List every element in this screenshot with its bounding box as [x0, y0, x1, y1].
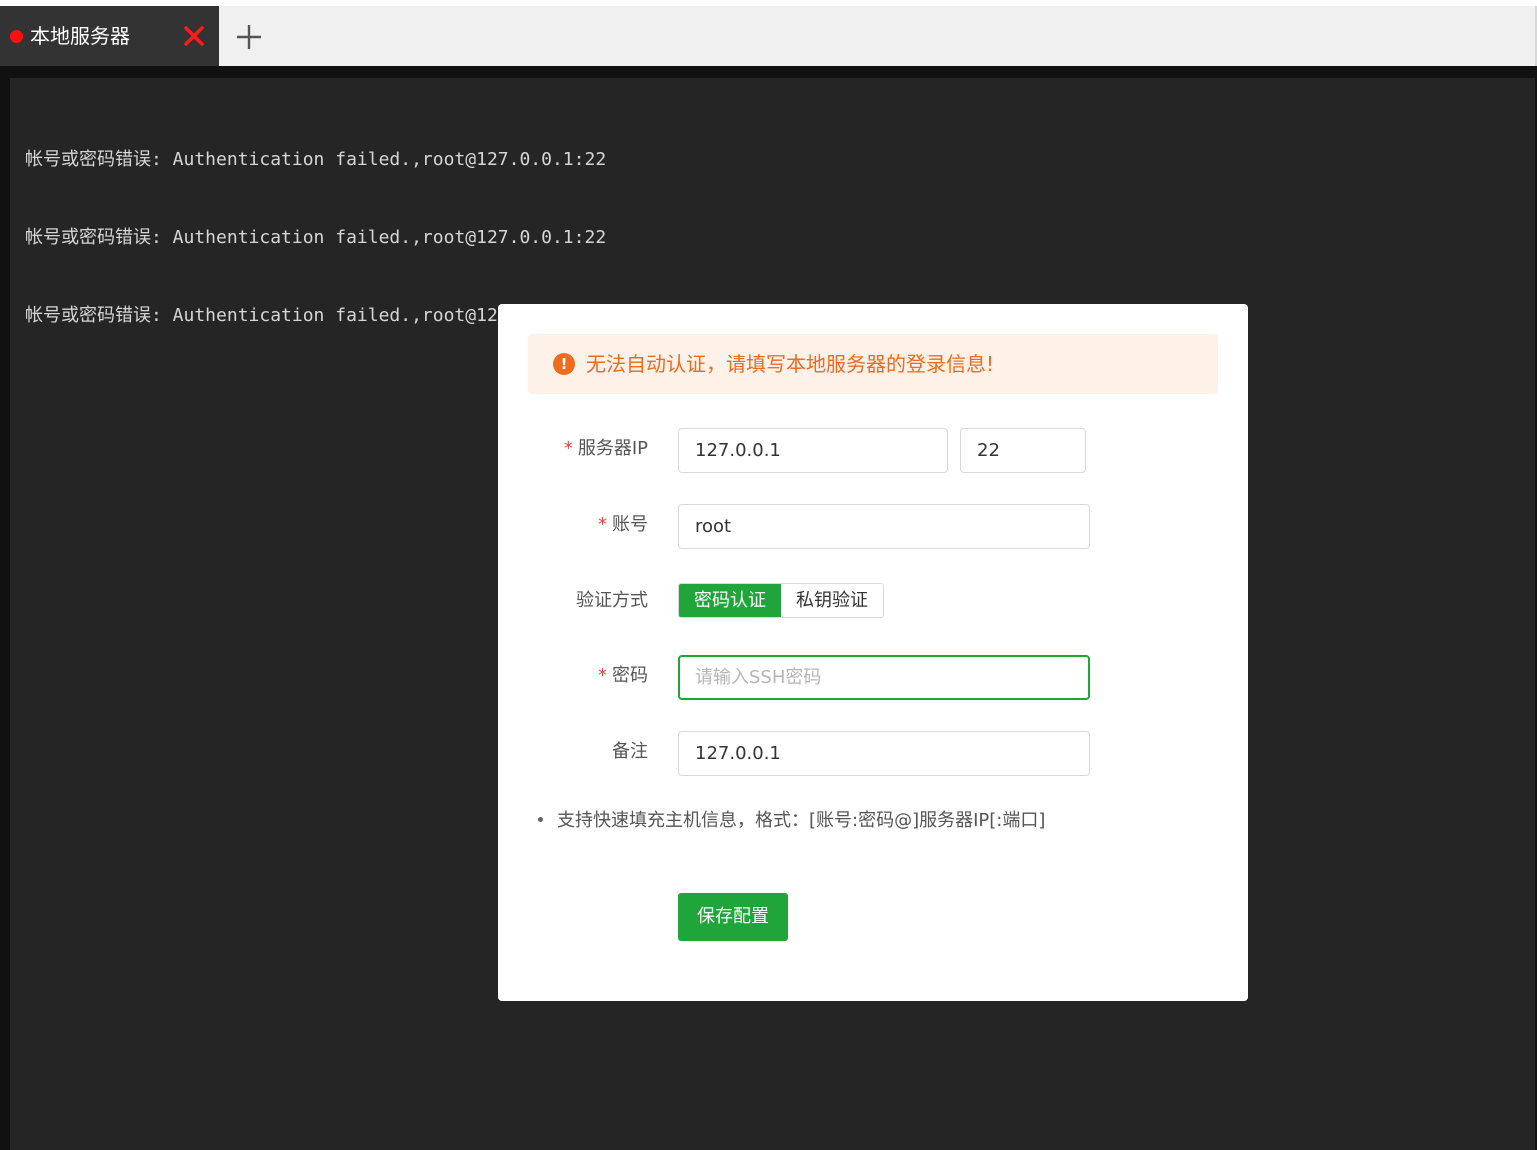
port-input[interactable] [960, 428, 1086, 473]
account-label-text: 账号 [612, 514, 648, 535]
server-ip-input[interactable] [678, 428, 948, 473]
tab-label: 本地服务器 [30, 24, 130, 48]
remark-input[interactable] [678, 731, 1090, 776]
password-input[interactable] [678, 655, 1090, 700]
terminal-line: 帐号或密码错误: Authentication failed.,root@127… [25, 149, 607, 170]
bullet-icon [538, 817, 543, 822]
warning-icon: ! [553, 353, 575, 375]
account-input[interactable] [678, 504, 1090, 549]
quick-fill-hint: 支持快速填充主机信息，格式：[账号:密码@]服务器IP[:端口] [538, 808, 1045, 834]
tab-local-server[interactable]: 本地服务器 [0, 6, 219, 66]
server-ip-label: * 服务器IP [564, 437, 648, 461]
terminal[interactable]: 帐号或密码错误: Authentication failed.,root@127… [10, 78, 1535, 1150]
terminal-frame: 帐号或密码错误: Authentication failed.,root@127… [0, 66, 1537, 1150]
auth-method-label: 验证方式 [576, 590, 648, 611]
required-mark: * [598, 665, 607, 686]
close-icon[interactable] [180, 22, 208, 50]
remark-label: 备注 [612, 741, 648, 762]
terminal-line: 帐号或密码错误: Authentication failed.,root@127… [25, 227, 607, 248]
password-label-text: 密码 [612, 665, 648, 686]
password-auth-option[interactable]: 密码认证 [679, 584, 781, 617]
password-label: * 密码 [598, 664, 648, 688]
required-mark: * [563, 438, 573, 459]
server-ip-label-text: 服务器IP [577, 438, 648, 459]
account-label: * 账号 [598, 513, 648, 537]
auth-method-toggle: 密码认证 私钥验证 [678, 583, 884, 618]
private-key-auth-option[interactable]: 私钥验证 [781, 584, 883, 617]
tab-bar: 本地服务器 [0, 6, 1537, 66]
save-config-button[interactable]: 保存配置 [678, 893, 788, 941]
warning-alert: ! 无法自动认证，请填写本地服务器的登录信息! [528, 334, 1218, 394]
plus-icon[interactable] [234, 22, 264, 52]
app-window: 本地服务器 帐号或密码错误: Authentication failed.,ro… [0, 0, 1537, 1150]
login-dialog: ! 无法自动认证，请填写本地服务器的登录信息! *服务器IP *账号 验证方式 … [498, 304, 1248, 1001]
required-mark: * [598, 514, 607, 535]
quick-fill-hint-text: 支持快速填充主机信息，格式：[账号:密码@]服务器IP[:端口] [557, 810, 1046, 831]
warning-text: 无法自动认证，请填写本地服务器的登录信息! [586, 352, 995, 376]
connection-status-dot [10, 30, 23, 43]
